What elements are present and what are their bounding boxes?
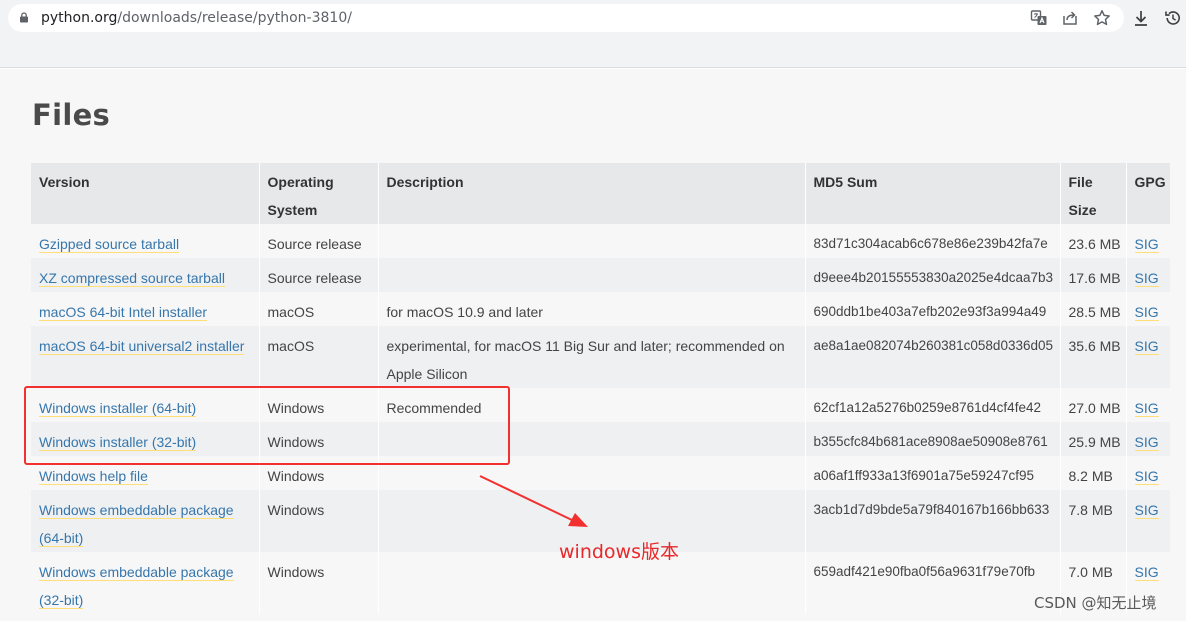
md5-cell: 62cf1a12a5276b0259e8761d4cf4fe42 [805, 388, 1061, 422]
table-row: Windows help file Windows a06af1ff933a13… [31, 456, 1170, 490]
header-version: Version [31, 163, 260, 224]
md5-cell: 3acb1d7d9bde5a79f840167b166bb633 [805, 490, 1061, 552]
table-row: Gzipped source tarball Source release 83… [31, 224, 1170, 258]
url-text[interactable]: python.org/downloads/release/python-3810… [41, 9, 352, 27]
lock-icon[interactable] [19, 12, 29, 23]
os-cell: Windows [259, 552, 379, 614]
sig-link[interactable]: SIG [1134, 502, 1159, 519]
csdn-watermark: CSDN @知无止境 [1034, 594, 1157, 612]
description-cell [378, 456, 806, 490]
md5-cell: 659adf421e90fba0f56a9631f79e70fb [805, 552, 1061, 614]
download-link[interactable]: Windows help file [39, 468, 148, 485]
os-cell: Windows [259, 422, 379, 456]
os-cell: Source release [259, 224, 379, 258]
md5-cell: d9eee4b20155553830a2025e4dcaa7b3 [805, 258, 1061, 292]
md5-cell: ae8a1ae082074b260381c058d0336d05 [805, 326, 1061, 388]
translate-icon[interactable] [1030, 9, 1048, 27]
os-cell: Source release [259, 258, 379, 292]
download-link[interactable]: Windows installer (64-bit) [39, 400, 197, 417]
header-description: Description [378, 163, 806, 224]
download-link[interactable]: Gzipped source tarball [39, 236, 180, 253]
os-cell: Windows [259, 456, 379, 490]
annotation-arrow-icon [479, 475, 588, 527]
size-cell: 35.6 MB [1060, 326, 1127, 388]
sig-link[interactable]: SIG [1134, 270, 1159, 287]
os-cell: macOS [259, 292, 379, 326]
size-cell: 28.5 MB [1060, 292, 1127, 326]
table-row: Windows installer (32-bit) Windows b355c… [31, 422, 1170, 456]
size-cell: 17.6 MB [1060, 258, 1127, 292]
sig-link[interactable]: SIG [1134, 338, 1159, 355]
sig-link[interactable]: SIG [1134, 400, 1159, 417]
size-cell: 25.9 MB [1060, 422, 1127, 456]
share-icon[interactable] [1061, 9, 1079, 27]
download-link[interactable]: macOS 64-bit Intel installer [39, 304, 208, 321]
download-link[interactable]: XZ compressed source tarball [39, 270, 225, 287]
header-operating-system: Operating System [259, 163, 379, 224]
bookmark-star-icon[interactable] [1093, 9, 1111, 27]
table-row: macOS 64-bit universal2 installer macOS … [31, 326, 1170, 388]
header-file-size: File Size [1060, 163, 1127, 224]
description-cell: for macOS 10.9 and later [378, 292, 806, 326]
size-cell: 8.2 MB [1060, 456, 1127, 490]
description-cell: experimental, for macOS 11 Big Sur and l… [378, 326, 806, 388]
download-link[interactable]: macOS 64-bit universal2 installer [39, 338, 245, 355]
os-cell: Windows [259, 388, 379, 422]
annotation-label: windows版本 [559, 541, 679, 563]
sig-link[interactable]: SIG [1134, 434, 1159, 451]
os-cell: Windows [259, 490, 379, 552]
download-link[interactable]: Windows installer (32-bit) [39, 434, 197, 451]
md5-cell: 690ddb1be403a7efb202e93f3a994a49 [805, 292, 1061, 326]
size-cell: 27.0 MB [1060, 388, 1127, 422]
table-row: macOS 64-bit Intel installer macOS for m… [31, 292, 1170, 326]
sig-link[interactable]: SIG [1134, 468, 1159, 485]
sig-link[interactable]: SIG [1134, 304, 1159, 321]
size-cell: 23.6 MB [1060, 224, 1127, 258]
table-header-row: Version Operating System Description MD5… [31, 163, 1170, 224]
url-host: python.org [41, 10, 118, 26]
description-cell [378, 422, 806, 456]
sig-link[interactable]: SIG [1134, 564, 1159, 581]
os-cell: macOS [259, 326, 379, 388]
address-bar[interactable]: python.org/downloads/release/python-3810… [8, 4, 1124, 32]
url-path: /downloads/release/python-3810/ [117, 10, 352, 26]
description-cell [378, 258, 806, 292]
download-icon[interactable] [1132, 9, 1150, 27]
sig-link[interactable]: SIG [1134, 236, 1159, 253]
md5-cell: b355cfc84b681ace8908ae50908e8761 [805, 422, 1061, 456]
table-row: XZ compressed source tarball Source rele… [31, 258, 1170, 292]
header-gpg: GPG [1126, 163, 1170, 224]
description-cell [378, 224, 806, 258]
download-link[interactable]: Windows embeddable package (64-bit) [39, 502, 234, 547]
download-link[interactable]: Windows embeddable package (32-bit) [39, 564, 234, 609]
header-md5-sum: MD5 Sum [805, 163, 1061, 224]
size-cell: 7.8 MB [1060, 490, 1127, 552]
md5-cell: a06af1ff933a13f6901a75e59247cf95 [805, 456, 1061, 490]
browser-toolbar: python.org/downloads/release/python-3810… [0, 0, 1186, 68]
history-icon[interactable] [1164, 9, 1182, 27]
description-cell: Recommended [378, 388, 806, 422]
table-row: Windows installer (64-bit) Windows Recom… [31, 388, 1170, 422]
md5-cell: 83d71c304acab6c678e86e239b42fa7e [805, 224, 1061, 258]
page-title: Files [32, 98, 111, 132]
